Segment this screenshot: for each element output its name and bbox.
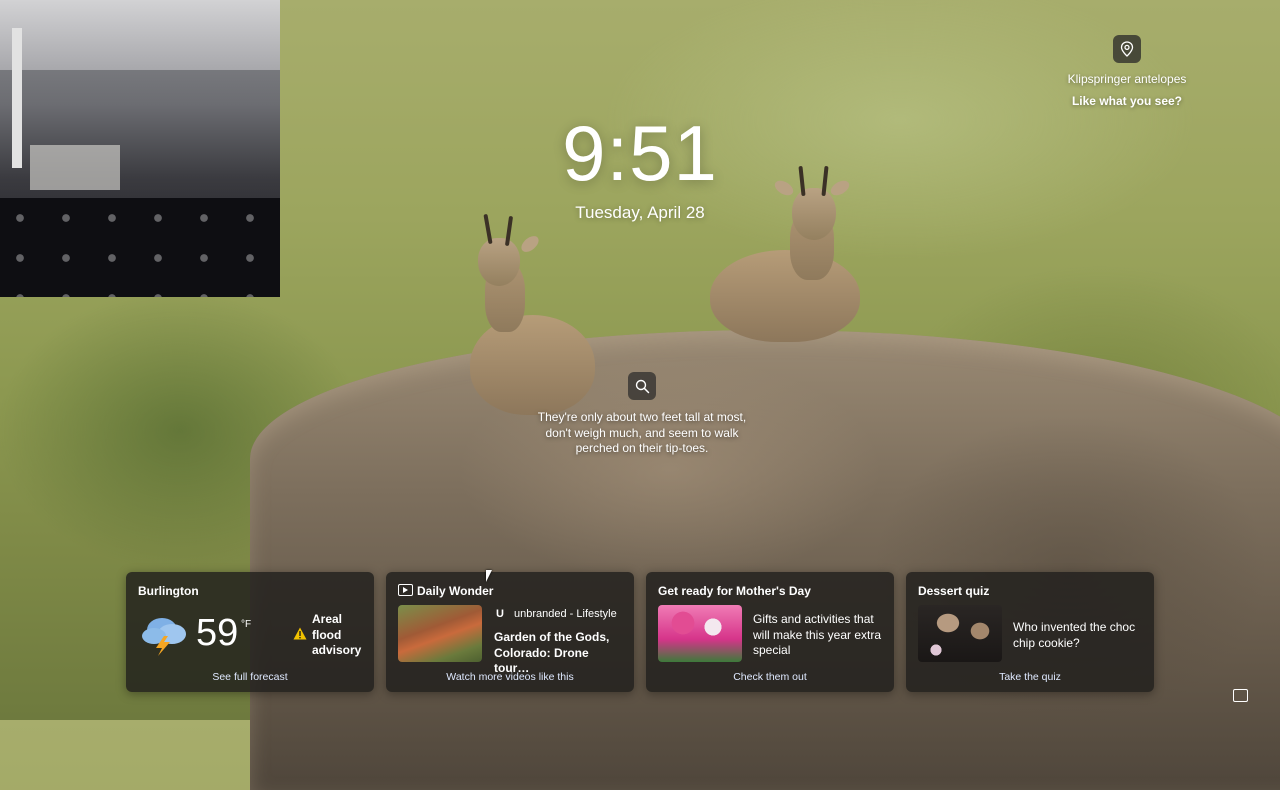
thunderstorm-icon xyxy=(142,618,186,656)
video-headline[interactable]: Garden of the Gods, Colorado: Drone tour… xyxy=(494,630,624,677)
warning-icon xyxy=(293,627,307,640)
cookie-thumbnail xyxy=(918,605,1002,662)
spotlight-title: Klipspringer antelopes xyxy=(1067,72,1187,86)
rock xyxy=(250,330,1280,790)
mothers-day-text: Gifts and activities that will make this… xyxy=(753,612,882,657)
daily-wonder-card[interactable]: Daily Wonder U unbranded - Lifestyle Gar… xyxy=(386,572,634,692)
lock-screen-time: 9:51 xyxy=(562,109,718,197)
dessert-quiz-card[interactable]: Dessert quiz Who invented the choc chip … xyxy=(906,572,1154,692)
feedback-icon[interactable] xyxy=(1233,689,1248,702)
take-the-quiz-link[interactable]: Take the quiz xyxy=(906,671,1154,683)
weather-city: Burlington xyxy=(138,584,199,598)
lock-screen-date: Tuesday, April 28 xyxy=(575,203,705,222)
video-thumbnail[interactable] xyxy=(398,605,482,662)
like-what-you-see-link[interactable]: Like what you see? xyxy=(1027,94,1227,108)
daily-wonder-title: Daily Wonder xyxy=(417,584,494,598)
webcam-ceiling xyxy=(0,0,280,70)
weather-card[interactable]: Burlington 59 °F Areal flood advisory Se… xyxy=(126,572,374,692)
antelope-left-ear xyxy=(518,232,542,256)
source-logo: U xyxy=(496,608,504,620)
see-full-forecast-link[interactable]: See full forecast xyxy=(126,671,374,683)
mothers-day-card[interactable]: Get ready for Mother's Day Gifts and act… xyxy=(646,572,894,692)
check-them-out-link[interactable]: Check them out xyxy=(646,671,894,683)
weather-alert: Areal flood advisory xyxy=(312,612,362,657)
antelope-left-head xyxy=(478,238,520,286)
quiz-title: Dessert quiz xyxy=(918,584,990,598)
weather-unit: °F xyxy=(241,619,252,630)
gift-thumbnail xyxy=(658,605,742,662)
weather-temperature: 59 xyxy=(196,612,239,654)
search-button[interactable] xyxy=(628,372,656,400)
source-name: unbranded - Lifestyle xyxy=(514,608,617,620)
quiz-question: Who invented the choc chip cookie? xyxy=(1013,620,1136,650)
video-icon xyxy=(398,584,413,596)
mouse-cursor xyxy=(486,570,492,582)
map-pin-icon[interactable] xyxy=(1113,35,1141,63)
spotlight-fact: They're only about two feet tall at most… xyxy=(537,410,747,455)
search-icon xyxy=(635,379,649,393)
mothers-day-title: Get ready for Mother's Day xyxy=(658,584,811,598)
watch-more-videos-link[interactable]: Watch more videos like this xyxy=(386,671,634,683)
antelope-left-body xyxy=(470,315,595,415)
antelope-right-body xyxy=(710,250,860,342)
